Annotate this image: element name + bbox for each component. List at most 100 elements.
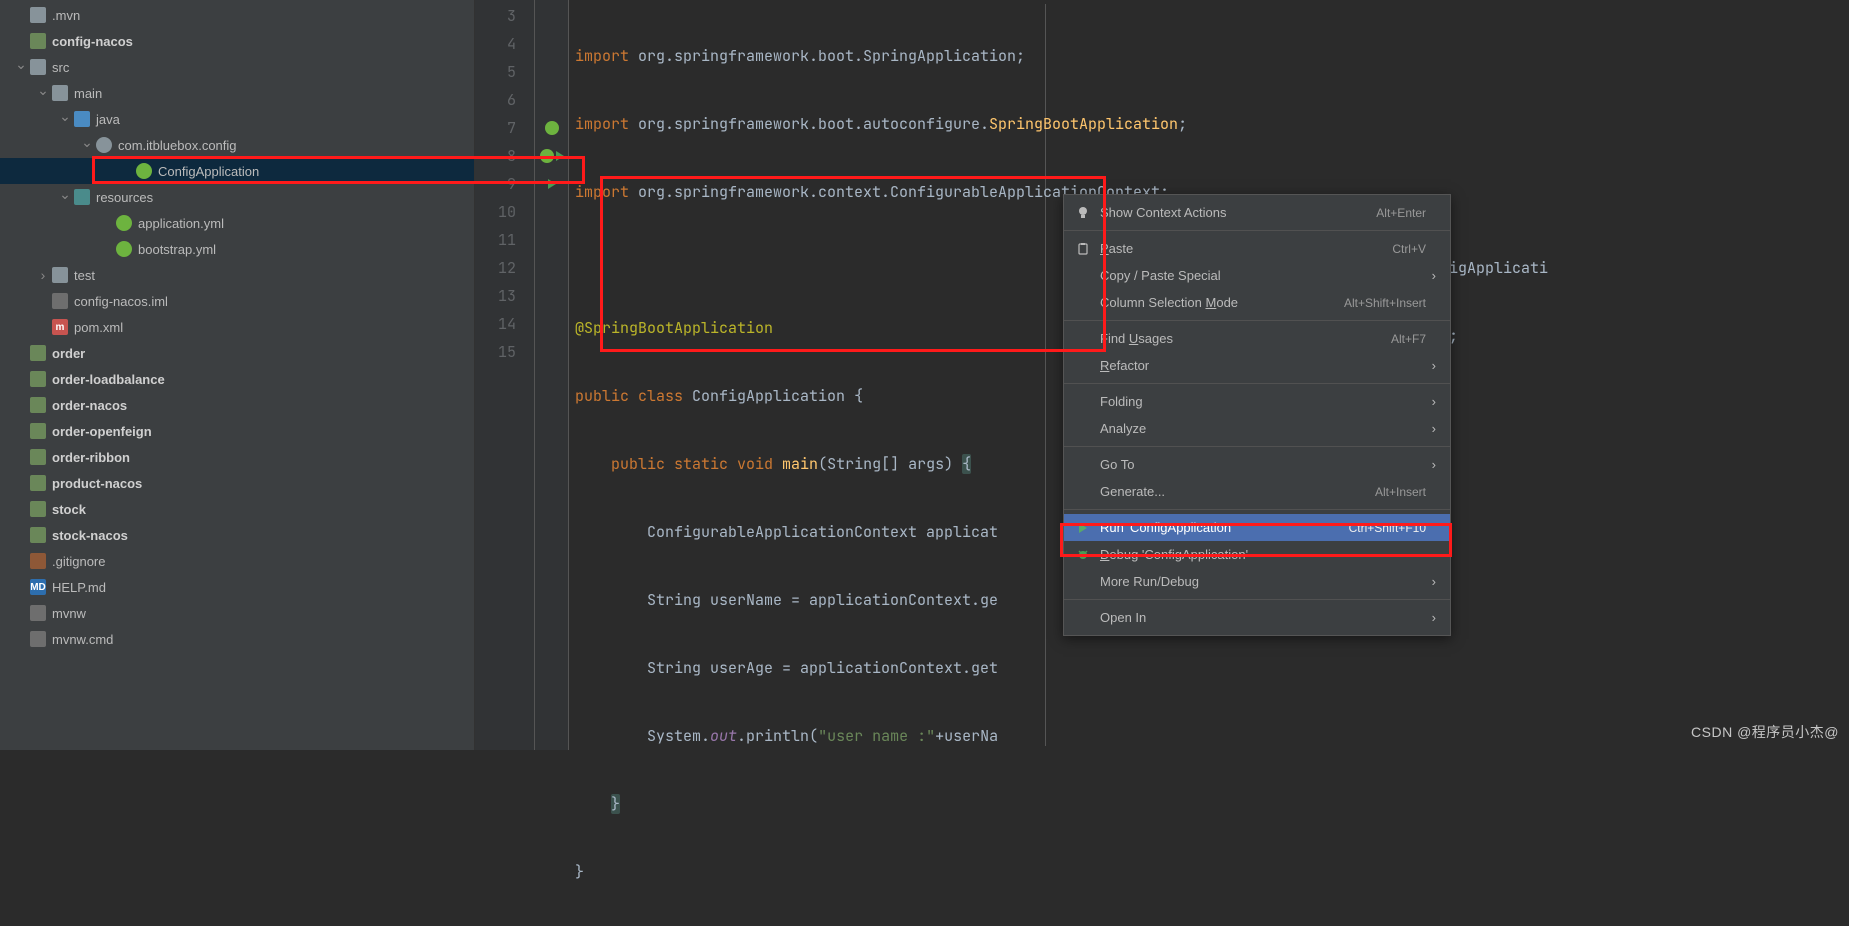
menu-item-run-config[interactable]: Run 'ConfigApplication'Ctrl+Shift+F10 (1064, 514, 1450, 541)
expand-arrow-icon (36, 320, 50, 334)
folder-module-icon (30, 371, 46, 387)
menu-shortcut: Alt+F7 (1391, 332, 1426, 346)
tree-item-main[interactable]: main (0, 80, 474, 106)
spring-icon (116, 215, 132, 231)
menu-item-label: Column Selection Mode (1100, 295, 1344, 310)
menu-item-ctx-actions[interactable]: Show Context ActionsAlt+Enter (1064, 199, 1450, 226)
debug-icon (1074, 548, 1092, 562)
folder-module-icon (30, 33, 46, 49)
tree-item-pom-xml[interactable]: mpom.xml (0, 314, 474, 340)
expand-arrow-icon[interactable] (36, 86, 50, 100)
expand-arrow-icon[interactable] (14, 60, 28, 74)
tree-item-config-nacos-iml[interactable]: config-nacos.iml (0, 288, 474, 314)
tree-item-order-openfeign[interactable]: order-openfeign (0, 418, 474, 444)
line-number: 13 (475, 282, 516, 310)
folder-module-icon (30, 345, 46, 361)
menu-item-open-in[interactable]: Open In› (1064, 604, 1450, 631)
folder-module-icon (30, 397, 46, 413)
expand-arrow-icon (14, 372, 28, 386)
menu-item-folding[interactable]: Folding› (1064, 388, 1450, 415)
folder-icon (52, 85, 68, 101)
tree-item-test[interactable]: test (0, 262, 474, 288)
menu-item-paste[interactable]: PasteCtrl+V (1064, 235, 1450, 262)
tree-item-mvnw[interactable]: mvnw (0, 600, 474, 626)
package-icon (96, 137, 112, 153)
tree-item-label: pom.xml (74, 320, 123, 335)
expand-arrow-icon[interactable] (80, 138, 94, 152)
run-icon (1074, 523, 1092, 533)
bulb-icon (1074, 206, 1092, 220)
menu-item-label: Analyze (1100, 421, 1426, 436)
menu-item-analyze[interactable]: Analyze› (1064, 415, 1450, 442)
tree-item-product-nacos[interactable]: product-nacos (0, 470, 474, 496)
tree-item--gitignore[interactable]: .gitignore (0, 548, 474, 574)
tree-item-label: order (52, 346, 85, 361)
tree-item-com-itbluebox-config[interactable]: com.itbluebox.config (0, 132, 474, 158)
folder-icon (30, 59, 46, 75)
menu-separator (1064, 509, 1450, 510)
tree-item-label: product-nacos (52, 476, 142, 491)
expand-arrow-icon (14, 528, 28, 542)
run-class-gutter-mark[interactable] (535, 142, 568, 170)
watermark: CSDN @程序员小杰@ (1691, 722, 1839, 742)
menu-item-label: Folding (1100, 394, 1426, 409)
folder-module-icon (30, 449, 46, 465)
menu-item-generate[interactable]: Generate...Alt+Insert (1064, 478, 1450, 505)
expand-arrow-icon (36, 294, 50, 308)
line-number: 12 (475, 254, 516, 282)
tree-item-label: resources (96, 190, 153, 205)
tree-item-java[interactable]: java (0, 106, 474, 132)
menu-item-label: Find Usages (1100, 331, 1391, 346)
menu-item-find-usages[interactable]: Find UsagesAlt+F7 (1064, 325, 1450, 352)
menu-item-label: Copy / Paste Special (1100, 268, 1426, 283)
expand-arrow-icon[interactable] (58, 190, 72, 204)
expand-arrow-icon[interactable] (36, 268, 50, 282)
menu-item-debug-config[interactable]: Debug 'ConfigApplication' (1064, 541, 1450, 568)
tree-item-order-ribbon[interactable]: order-ribbon (0, 444, 474, 470)
tree-item-bootstrap-yml[interactable]: bootstrap.yml (0, 236, 474, 262)
tree-item-label: bootstrap.yml (138, 242, 216, 257)
tree-item-label: test (74, 268, 95, 283)
tree-item-stock[interactable]: stock (0, 496, 474, 522)
tree-item-configapplication[interactable]: ConfigApplication (0, 158, 474, 184)
menu-item-go-to[interactable]: Go To› (1064, 451, 1450, 478)
expand-arrow-icon[interactable] (58, 112, 72, 126)
tree-item-order-nacos[interactable]: order-nacos (0, 392, 474, 418)
tree-item-label: order-nacos (52, 398, 127, 413)
submenu-arrow-icon: › (1426, 268, 1436, 283)
folder-icon (30, 7, 46, 23)
menu-item-refactor[interactable]: Refactor› (1064, 352, 1450, 379)
tree-item-order-loadbalance[interactable]: order-loadbalance (0, 366, 474, 392)
menu-item-label: Go To (1100, 457, 1426, 472)
run-method-gutter-mark[interactable] (535, 170, 568, 198)
tree-item-order[interactable]: order (0, 340, 474, 366)
tree-item-resources[interactable]: resources (0, 184, 474, 210)
tree-item-label: ConfigApplication (158, 164, 259, 179)
spring-gutter-mark[interactable] (535, 114, 568, 142)
tree-item-label: application.yml (138, 216, 224, 231)
menu-separator (1064, 320, 1450, 321)
menu-item-column-selection[interactable]: Column Selection ModeAlt+Shift+Insert (1064, 289, 1450, 316)
tree-item-mvnw-cmd[interactable]: mvnw.cmd (0, 626, 474, 652)
editor-context-menu[interactable]: Show Context ActionsAlt+Enter PasteCtrl+V… (1063, 194, 1451, 636)
menu-separator (1064, 599, 1450, 600)
expand-arrow-icon (14, 632, 28, 646)
tree-item-stock-nacos[interactable]: stock-nacos (0, 522, 474, 548)
tree-item-application-yml[interactable]: application.yml (0, 210, 474, 236)
tree-item-label: com.itbluebox.config (118, 138, 237, 153)
line-number: 4 (475, 30, 516, 58)
menu-shortcut: Ctrl+V (1392, 242, 1426, 256)
menu-item-copy-paste-special[interactable]: Copy / Paste Special› (1064, 262, 1450, 289)
submenu-arrow-icon: › (1426, 421, 1436, 436)
tree-item-help-md[interactable]: MDHELP.md (0, 574, 474, 600)
tree-item--mvn[interactable]: .mvn (0, 2, 474, 28)
menu-item-more-run-debug[interactable]: More Run/Debug› (1064, 568, 1450, 595)
project-tree-panel[interactable]: .mvnconfig-nacossrcmainjava com.itbluebox… (0, 0, 475, 750)
tree-item-config-nacos[interactable]: config-nacos (0, 28, 474, 54)
folder-blue-icon (74, 111, 90, 127)
gutter-marks[interactable] (535, 0, 569, 750)
tree-item-src[interactable]: src (0, 54, 474, 80)
submenu-arrow-icon: › (1426, 394, 1436, 409)
gitignore-icon (30, 553, 46, 569)
expand-arrow-icon (14, 606, 28, 620)
